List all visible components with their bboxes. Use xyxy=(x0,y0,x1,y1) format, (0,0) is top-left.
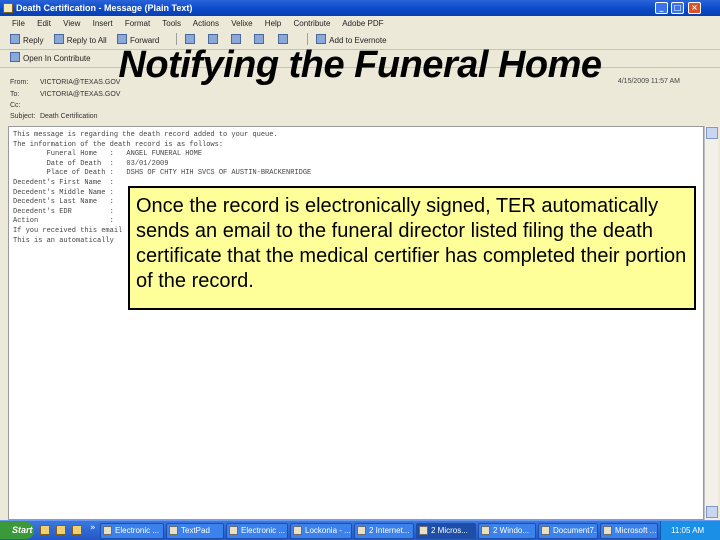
window-icon xyxy=(357,526,366,535)
message-line: This message is regarding the death reco… xyxy=(13,131,278,139)
taskbar-item[interactable]: Microsoft ... xyxy=(600,523,658,539)
scroll-down-arrow-icon[interactable] xyxy=(706,506,718,518)
taskbar-item[interactable]: Document7... xyxy=(538,523,598,539)
quick-launch-icon[interactable] xyxy=(72,525,82,535)
cc-label: Cc: xyxy=(10,102,21,109)
message-line: Funeral Home : ANGEL FUNERAL HOME xyxy=(13,150,203,159)
window-icon xyxy=(481,526,490,535)
menu-velixe[interactable]: Velixe xyxy=(231,19,252,28)
menu-help[interactable]: Help xyxy=(265,19,281,28)
chevron-right-icon[interactable]: » xyxy=(90,523,96,533)
close-button[interactable]: × xyxy=(688,2,701,14)
menu-view[interactable]: View xyxy=(63,19,80,28)
taskbar-item[interactable]: Electronic ... xyxy=(226,523,288,539)
menu-edit[interactable]: Edit xyxy=(37,19,51,28)
vertical-scrollbar[interactable] xyxy=(704,126,718,520)
clock[interactable]: 11:05 AM xyxy=(671,526,704,535)
print-icon xyxy=(184,34,195,44)
message-line: Place of Death : DSHS OF CHTY HIH SVCS O… xyxy=(13,169,312,178)
message-line: Date of Death : 03/01/2009 xyxy=(13,159,169,168)
window-icon xyxy=(419,526,428,535)
quick-launch-icon[interactable] xyxy=(40,525,50,535)
taskbar: Start » Electronic ... TextPad Electroni… xyxy=(0,520,720,540)
taskbar-item[interactable]: 2 Internet... xyxy=(354,523,414,539)
menu-tools[interactable]: Tools xyxy=(162,19,181,28)
window-icon xyxy=(603,526,612,535)
menu-file[interactable]: File xyxy=(12,19,25,28)
taskbar-item[interactable]: TextPad xyxy=(166,523,224,539)
up-arrow-icon xyxy=(254,34,265,44)
subject-value: Death Certification xyxy=(39,113,98,120)
delete-icon xyxy=(231,34,242,44)
message-line: The information of the death record is a… xyxy=(13,140,224,149)
system-tray: 11:05 AM xyxy=(660,521,720,540)
subject-label: Subject: xyxy=(10,113,36,120)
menu-actions[interactable]: Actions xyxy=(193,19,219,28)
subject-row: Subject: Death Certification xyxy=(10,113,98,120)
menu-adobe-pdf[interactable]: Adobe PDF xyxy=(342,19,383,28)
start-button[interactable]: Start xyxy=(0,522,34,539)
maximize-button[interactable]: □ xyxy=(671,2,684,14)
flag-icon xyxy=(208,34,218,44)
window-icon xyxy=(293,526,302,535)
callout-box: Once the record is electronically signed… xyxy=(128,186,696,310)
to-label: To: xyxy=(10,91,20,98)
taskbar-item[interactable]: Lockonia - ... xyxy=(290,523,352,539)
down-arrow-icon xyxy=(277,34,288,44)
menu-bar: File Edit View Insert Format Tools Actio… xyxy=(0,16,720,32)
menu-contribute[interactable]: Contribute xyxy=(293,19,330,28)
window-icon xyxy=(169,526,178,535)
cc-row: Cc: xyxy=(10,102,38,109)
forward-icon xyxy=(116,34,127,44)
menu-format[interactable]: Format xyxy=(125,19,150,28)
taskbar-item[interactable]: 2 Windo... xyxy=(478,523,536,539)
menu-insert[interactable]: Insert xyxy=(93,19,113,28)
taskbar-item[interactable]: Electronic ... xyxy=(100,523,164,539)
scroll-up-arrow-icon[interactable] xyxy=(706,127,718,139)
title-bar[interactable]: Death Certification - Message (Plain Tex… xyxy=(0,0,720,16)
minimize-button[interactable]: _ xyxy=(655,2,668,14)
reply-icon xyxy=(10,34,20,44)
quick-launch-icon[interactable] xyxy=(56,525,66,535)
window-icon xyxy=(103,526,112,535)
reply-all-icon xyxy=(53,34,64,44)
taskbar-item[interactable]: 2 Micros... xyxy=(416,523,476,539)
window-title: Death Certification - Message (Plain Tex… xyxy=(16,3,193,13)
window-icon xyxy=(229,526,238,535)
to-row: To: VICTORIA@TEXAS.GOV xyxy=(10,91,120,98)
window-icon xyxy=(541,526,550,535)
to-value[interactable]: VICTORIA@TEXAS.GOV xyxy=(40,91,121,98)
slide-title: Notifying the Funeral Home xyxy=(118,44,602,86)
evernote-icon xyxy=(316,34,327,44)
message-icon xyxy=(3,3,13,13)
